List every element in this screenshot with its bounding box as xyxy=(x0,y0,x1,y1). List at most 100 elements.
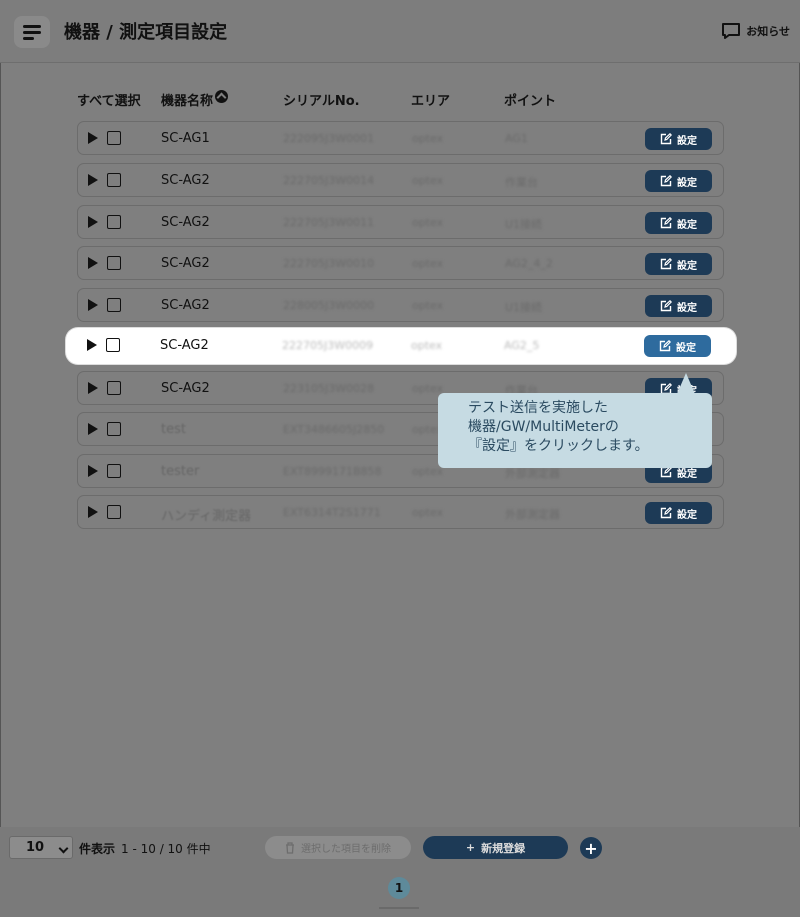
settings-label: 設定 xyxy=(676,342,696,354)
expand-arrow-icon[interactable] xyxy=(87,339,97,351)
edit-icon xyxy=(660,133,672,145)
area-name: optex xyxy=(412,174,444,187)
table-row[interactable]: SC-AG2 222705J3W0010 optex AG2_4_2 設定 xyxy=(77,246,724,280)
serial-number: 223105J3W0028 xyxy=(283,382,375,395)
settings-label: 設定 xyxy=(677,219,697,231)
range-text: 1 - 10 / 10 件中 xyxy=(121,842,211,856)
row-checkbox[interactable] xyxy=(107,256,121,270)
row-checkbox[interactable] xyxy=(107,464,121,478)
page-number-current[interactable]: 1 xyxy=(388,877,410,899)
serial-number: EXT8999171B858 xyxy=(283,465,382,478)
area-name: optex xyxy=(412,216,444,229)
area-name: optex xyxy=(412,382,444,395)
settings-label: 設定 xyxy=(677,135,697,147)
select-all-header[interactable]: すべて選択 xyxy=(77,90,141,109)
row-checkbox[interactable] xyxy=(107,298,121,312)
serial-number: 228005J3W0000 xyxy=(283,299,375,312)
expand-arrow-icon[interactable] xyxy=(88,257,98,269)
settings-button[interactable]: 設定 xyxy=(645,295,712,317)
device-name: ハンディ測定器 xyxy=(161,509,252,524)
callout-pointer xyxy=(677,373,695,394)
expand-arrow-icon[interactable] xyxy=(88,216,98,228)
row-checkbox[interactable] xyxy=(107,505,121,519)
expand-arrow-icon[interactable] xyxy=(88,132,98,144)
notice-button[interactable]: お知らせ xyxy=(721,22,790,40)
pagination-divider xyxy=(379,907,419,909)
device-name: tester xyxy=(161,464,200,479)
expand-arrow-icon[interactable] xyxy=(88,423,98,435)
expand-arrow-icon[interactable] xyxy=(88,465,98,477)
callout-line: 『設定』をクリックします。 xyxy=(468,438,649,454)
settings-button[interactable]: 設定 xyxy=(644,335,711,357)
expand-arrow-icon[interactable] xyxy=(88,506,98,518)
serial-number: 222705J3W0009 xyxy=(282,339,374,352)
table-row[interactable]: ハンディ測定器 EXT6314T2S1771 optex 外部測定器 設定 xyxy=(77,495,724,529)
device-name: SC-AG2 xyxy=(161,173,210,188)
add-button[interactable]: + xyxy=(580,837,602,859)
point-name: AG2_4_2 xyxy=(505,257,553,270)
serial-number: 222095J3W0001 xyxy=(283,132,375,145)
serial-number: EXT3486605J2850 xyxy=(283,423,385,436)
expand-arrow-icon[interactable] xyxy=(88,174,98,186)
point-column-header: ポイント xyxy=(504,94,557,109)
expand-arrow-icon[interactable] xyxy=(88,299,98,311)
area-name: optex xyxy=(412,132,444,145)
settings-button[interactable]: 設定 xyxy=(645,212,712,234)
settings-label: 設定 xyxy=(677,302,697,314)
edit-icon xyxy=(660,258,672,270)
delete-label: 選択した項目を削除 xyxy=(301,844,391,855)
per-page-label: 件表示 xyxy=(79,842,116,856)
trash-icon xyxy=(286,841,294,854)
record-count: 件表示 1 - 10 / 10 件中 xyxy=(79,840,211,857)
row-checkbox[interactable] xyxy=(107,381,121,395)
device-name: SC-AG2 xyxy=(161,215,210,230)
expand-arrow-icon[interactable] xyxy=(88,382,98,394)
area-name: optex xyxy=(412,299,444,312)
settings-label: 設定 xyxy=(677,509,697,521)
callout-line: テスト送信を実施した xyxy=(468,400,608,416)
device-name: SC-AG2 xyxy=(160,338,209,353)
settings-button[interactable]: 設定 xyxy=(645,502,712,524)
row-checkbox[interactable] xyxy=(106,338,120,352)
notice-label: お知らせ xyxy=(746,25,790,38)
area-name: optex xyxy=(412,257,444,270)
name-column-header[interactable]: 機器名称 xyxy=(161,90,229,109)
name-column-label: 機器名称 xyxy=(161,94,214,109)
device-name: SC-AG2 xyxy=(161,298,210,313)
device-name: test xyxy=(161,422,186,437)
delete-selected-button[interactable]: 選択した項目を削除 xyxy=(265,836,411,859)
settings-button[interactable]: 設定 xyxy=(645,253,712,275)
app-header: 機器 / 測定項目設定 お知らせ xyxy=(0,0,800,63)
area-name: optex xyxy=(411,339,443,352)
row-checkbox[interactable] xyxy=(107,215,121,229)
per-page-select[interactable]: 10 xyxy=(9,836,73,859)
hamburger-menu-icon[interactable] xyxy=(14,16,50,48)
settings-button[interactable]: 設定 xyxy=(645,128,712,150)
table-row[interactable]: SC-AG2 222705J3W0014 optex 作業台 設定 xyxy=(77,163,724,197)
settings-label: 設定 xyxy=(677,177,697,189)
edit-icon xyxy=(660,217,672,229)
page-title: 機器 / 測定項目設定 xyxy=(64,22,228,43)
instruction-callout: テスト送信を実施した 機器/GW/MultiMeterの 『設定』をクリックしま… xyxy=(438,393,712,468)
serial-column-header: シリアルNo. xyxy=(283,94,360,109)
callout-line: 機器/GW/MultiMeterの xyxy=(468,419,619,435)
point-name: U1接続 xyxy=(505,301,543,314)
table-row[interactable]: SC-AG2 222705J3W0011 optex U1接続 設定 xyxy=(77,205,724,239)
area-name: optex xyxy=(412,465,444,478)
message-icon xyxy=(722,23,741,39)
footer-bar: 10 件表示 1 - 10 / 10 件中 選択した項目を削除 + 新規登録 + … xyxy=(0,827,800,917)
new-register-button[interactable]: + 新規登録 xyxy=(423,836,568,859)
row-checkbox[interactable] xyxy=(107,131,121,145)
device-name: SC-AG2 xyxy=(161,381,210,396)
table-row[interactable]: SC-AG2 222705J3W0009 optex AG2_5 設定 xyxy=(66,328,736,364)
settings-button[interactable]: 設定 xyxy=(645,170,712,192)
row-checkbox[interactable] xyxy=(107,173,121,187)
row-checkbox[interactable] xyxy=(107,422,121,436)
sort-up-icon[interactable] xyxy=(215,90,229,103)
edit-icon xyxy=(660,507,672,519)
table-row[interactable]: SC-AG1 222095J3W0001 optex AG1 設定 xyxy=(77,121,724,155)
serial-number: EXT6314T2S1771 xyxy=(283,506,381,519)
point-name: AG2_5 xyxy=(504,339,540,352)
table-row[interactable]: SC-AG2 228005J3W0000 optex U1接続 設定 xyxy=(77,288,724,322)
area-column-header: エリア xyxy=(411,94,451,109)
